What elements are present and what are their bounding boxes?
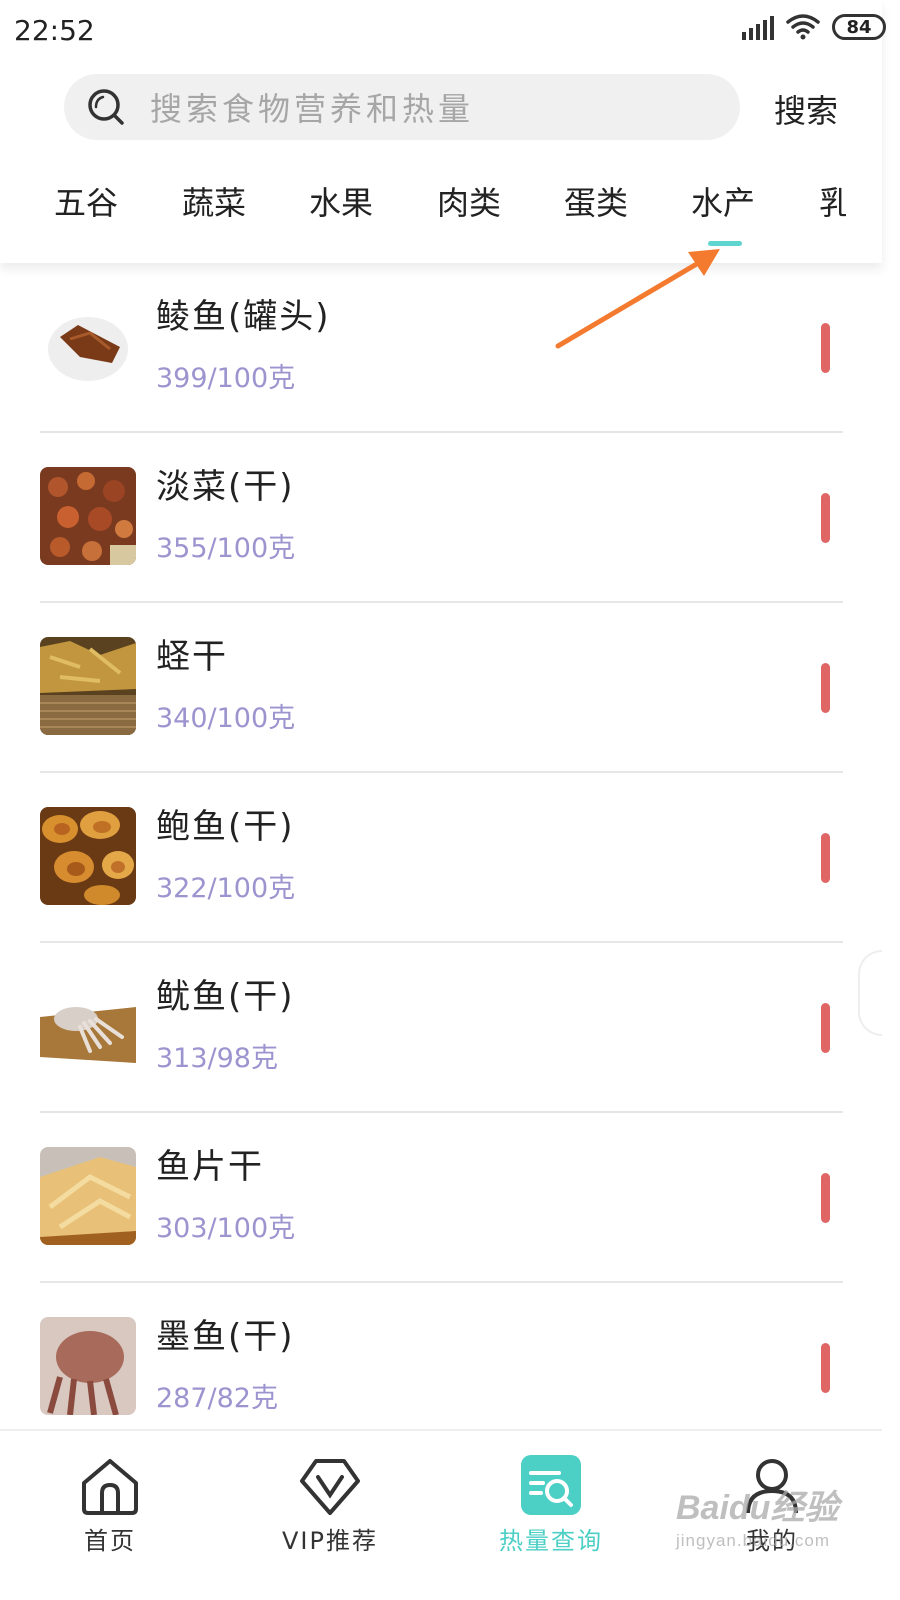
- food-row[interactable]: 蛏干 340/100克: [0, 603, 882, 773]
- food-calories: 287/82克: [156, 1383, 278, 1414]
- food-thumbnail: [40, 977, 136, 1075]
- tab-danlei[interactable]: 蛋类: [564, 178, 628, 224]
- watermark-sub: jingyan.baidu.com: [676, 1531, 831, 1550]
- category-tabs: 五谷 蔬菜 水果 肉类 蛋类 水产 乳: [0, 170, 846, 260]
- food-calories: 322/100克: [156, 873, 296, 904]
- food-row[interactable]: 鱼片干 303/100克: [0, 1113, 882, 1283]
- search-input[interactable]: 搜索食物营养和热量: [64, 74, 740, 140]
- signal-icon: [742, 14, 774, 40]
- food-thumbnail: [40, 1147, 136, 1245]
- nav-vip[interactable]: VIP推荐: [230, 1431, 430, 1600]
- calorie-level-bar: [821, 1003, 830, 1053]
- vip-icon: [300, 1459, 360, 1515]
- status-icons: 84: [742, 14, 886, 40]
- food-calories: 399/100克: [156, 363, 296, 394]
- battery-level: 84: [846, 16, 872, 38]
- tab-shuiguo[interactable]: 水果: [309, 178, 373, 224]
- baidu-watermark: Baidu经验 jingyan.baidu.com: [676, 1480, 838, 1551]
- search-button[interactable]: 搜索: [774, 86, 838, 132]
- calorie-level-bar: [821, 323, 830, 373]
- food-list: 鲮鱼(罐头) 399/100克 淡菜(干) 355/100克 蛏干 340/10…: [0, 263, 882, 1429]
- food-name: 蛏干: [156, 637, 228, 677]
- watermark-main: Baidu经验: [676, 1489, 839, 1527]
- battery-icon: 84: [832, 14, 886, 40]
- food-name: 鲮鱼(罐头): [156, 297, 331, 337]
- food-name: 墨鱼(干): [156, 1317, 295, 1357]
- calorie-search-icon: [521, 1455, 581, 1515]
- food-thumbnail: [40, 807, 136, 905]
- calorie-level-bar: [821, 493, 830, 543]
- calorie-level-bar: [821, 1343, 830, 1393]
- tab-shucai[interactable]: 蔬菜: [182, 178, 246, 224]
- food-row[interactable]: 墨鱼(干) 287/82克: [0, 1283, 882, 1429]
- food-thumbnail: [40, 467, 136, 565]
- tab-wugu[interactable]: 五谷: [54, 178, 118, 224]
- food-calories: 303/100克: [156, 1213, 296, 1244]
- food-thumbnail: [40, 297, 136, 395]
- header: 22:52 84 搜索食物营养和热量 搜索 五谷 蔬菜 水果 肉类 蛋类 水产 …: [0, 0, 886, 263]
- calorie-level-bar: [821, 1173, 830, 1223]
- search-placeholder: 搜索食物营养和热量: [150, 90, 475, 128]
- tab-shuichan[interactable]: 水产: [691, 178, 755, 224]
- status-time: 22:52: [14, 14, 95, 47]
- calorie-level-bar: [821, 663, 830, 713]
- nav-calorie-search[interactable]: 热量查询: [451, 1431, 651, 1600]
- wifi-icon: [786, 14, 820, 40]
- food-thumbnail: [40, 1317, 136, 1415]
- nav-home-label: 首页: [84, 1527, 136, 1555]
- search-icon: [88, 89, 124, 125]
- food-calories: 340/100克: [156, 703, 296, 734]
- food-row[interactable]: 淡菜(干) 355/100克: [0, 433, 882, 603]
- food-name: 淡菜(干): [156, 467, 295, 507]
- home-icon: [82, 1459, 138, 1515]
- food-calories: 355/100克: [156, 533, 296, 564]
- food-thumbnail: [40, 637, 136, 735]
- food-row[interactable]: 鲮鱼(罐头) 399/100克: [0, 263, 882, 433]
- active-tab-indicator: [708, 241, 742, 246]
- food-name: 鲍鱼(干): [156, 807, 295, 847]
- calorie-level-bar: [821, 833, 830, 883]
- status-bar: 22:52 84: [0, 0, 900, 62]
- food-row[interactable]: 鱿鱼(干) 313/98克: [0, 943, 882, 1113]
- food-name: 鱿鱼(干): [156, 977, 295, 1017]
- nav-vip-label: VIP推荐: [282, 1527, 378, 1555]
- tab-ru[interactable]: 乳: [819, 178, 846, 224]
- food-calories: 313/98克: [156, 1043, 278, 1074]
- tab-roulei[interactable]: 肉类: [437, 178, 501, 224]
- food-row[interactable]: 鲍鱼(干) 322/100克: [0, 773, 882, 943]
- nav-home[interactable]: 首页: [10, 1431, 210, 1600]
- nav-calorie-search-label: 热量查询: [499, 1527, 603, 1555]
- food-name: 鱼片干: [156, 1147, 264, 1187]
- side-drawer-handle[interactable]: [858, 950, 882, 1036]
